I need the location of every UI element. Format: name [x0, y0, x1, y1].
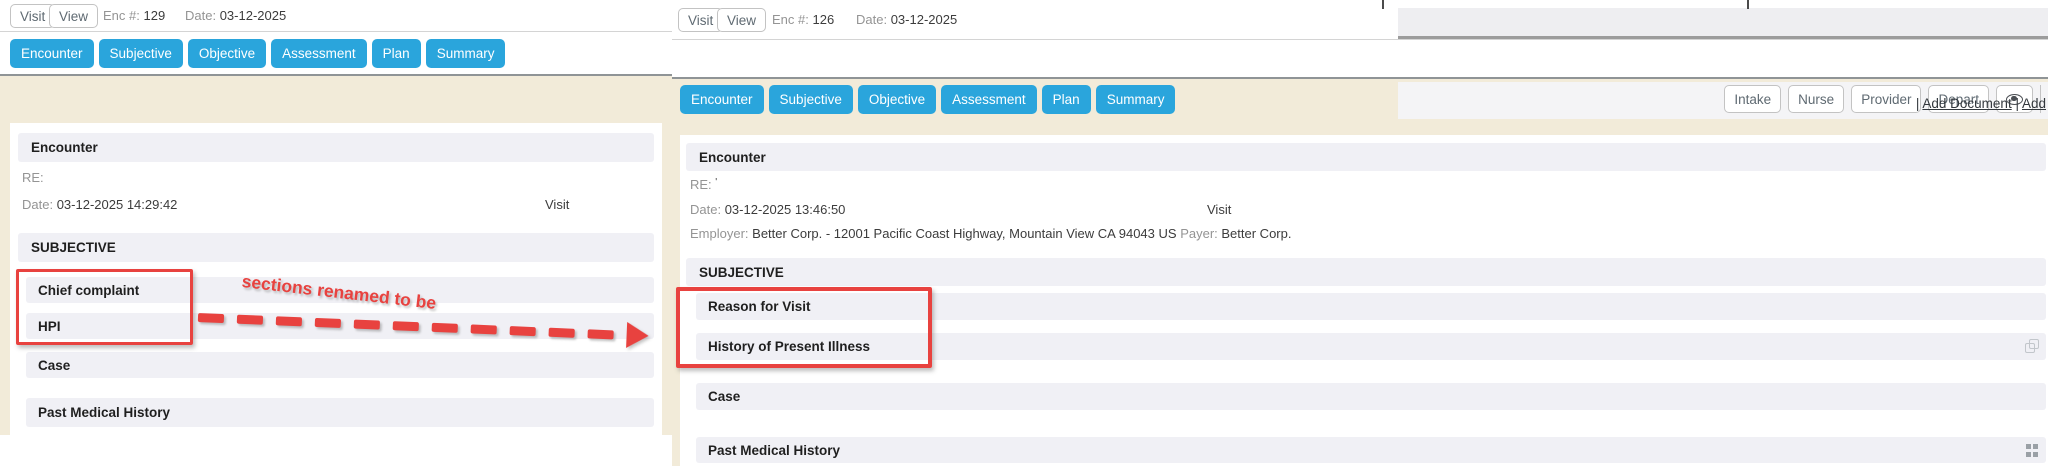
window-edge-mark [1382, 0, 1384, 9]
add-links-row: | Add Document | Add [1916, 96, 2046, 111]
date-label: Date: [690, 202, 721, 217]
tab-subjective[interactable]: Subjective [769, 85, 853, 114]
tab-plan[interactable]: Plan [372, 39, 421, 68]
date-label: Date: [856, 12, 887, 27]
visit-type-value: Visit [1207, 202, 1231, 217]
left-tab-bar: Encounter Subjective Objective Assessmen… [0, 32, 672, 76]
tab-summary[interactable]: Summary [1096, 85, 1176, 114]
encounter-section-header[interactable]: Encounter [18, 133, 654, 162]
encounter-date: 03-12-2025 13:46:50 [725, 202, 846, 217]
subjective-section-header[interactable]: SUBJECTIVE [686, 258, 2046, 286]
nurse-button[interactable]: Nurse [1788, 85, 1844, 113]
date-label: Date: [22, 197, 53, 212]
section-case[interactable]: Case [696, 383, 2046, 410]
intake-button[interactable]: Intake [1724, 85, 1781, 113]
date-label: Date: [185, 8, 216, 23]
section-past-medical-history[interactable]: Past Medical History [696, 437, 2046, 463]
enc-number: 126 [812, 12, 834, 27]
link-separator: | [2012, 96, 2022, 111]
copy-icon[interactable] [2025, 339, 2040, 354]
employer-value: Better Corp. - 12001 Pacific Coast Highw… [752, 226, 1176, 241]
tab-subjective[interactable]: Subjective [99, 39, 183, 68]
arrowhead-icon [626, 322, 649, 349]
left-toolbar: Visit View Enc #: 129 Date: 03-12-2025 [0, 0, 672, 32]
enc-number: 129 [143, 8, 165, 23]
visit-type-value: Visit [545, 197, 569, 212]
date-value: 03-12-2025 [220, 8, 287, 23]
tab-plan[interactable]: Plan [1042, 85, 1091, 114]
section-case[interactable]: Case [26, 352, 654, 378]
grid-icon[interactable] [2026, 444, 2039, 457]
encounter-section-header[interactable]: Encounter [686, 143, 2046, 171]
tab-encounter[interactable]: Encounter [10, 39, 94, 68]
enc-label: Enc #: [772, 12, 809, 27]
encounter-date: 03-12-2025 14:29:42 [57, 197, 178, 212]
add-document-link[interactable]: Add Document [1922, 96, 2011, 111]
left-screenshot: Visit View Enc #: 129 Date: 03-12-2025 E… [0, 0, 672, 435]
tab-summary[interactable]: Summary [426, 39, 506, 68]
annotation-box-old-names [16, 269, 193, 345]
tab-objective[interactable]: Objective [188, 39, 266, 68]
background-window-strip [1398, 8, 2048, 39]
right-toolbar: Visit View Enc #: 126 Date: 03-12-2025 [672, 0, 2048, 40]
re-value: ' [715, 177, 717, 188]
employer-label: Employer: [690, 226, 749, 241]
annotation-box-new-names [676, 287, 932, 368]
payer-label: Payer: [1180, 226, 1218, 241]
tab-encounter[interactable]: Encounter [680, 85, 764, 114]
re-label: RE: [22, 170, 44, 185]
enc-label: Enc #: [103, 8, 140, 23]
right-screenshot: Visit View Enc #: 126 Date: 03-12-2025 E… [672, 0, 2048, 466]
payer-value: Better Corp. [1221, 226, 1291, 241]
date-value: 03-12-2025 [891, 12, 958, 27]
subjective-section-header[interactable]: SUBJECTIVE [18, 233, 654, 262]
right-tab-bar: Encounter Subjective Objective Assessmen… [672, 40, 2048, 79]
provider-button[interactable]: Provider [1851, 85, 1921, 113]
view-button[interactable]: View [717, 8, 766, 32]
section-past-medical-history[interactable]: Past Medical History [26, 398, 654, 427]
window-edge-mark [1747, 0, 1749, 9]
re-label: RE: [690, 177, 712, 192]
tab-assessment[interactable]: Assessment [271, 39, 367, 68]
tab-objective[interactable]: Objective [858, 85, 936, 114]
add-link[interactable]: Add [2022, 96, 2046, 111]
section-label: Past Medical History [708, 443, 840, 458]
view-button[interactable]: View [49, 4, 98, 28]
tab-assessment[interactable]: Assessment [941, 85, 1037, 114]
